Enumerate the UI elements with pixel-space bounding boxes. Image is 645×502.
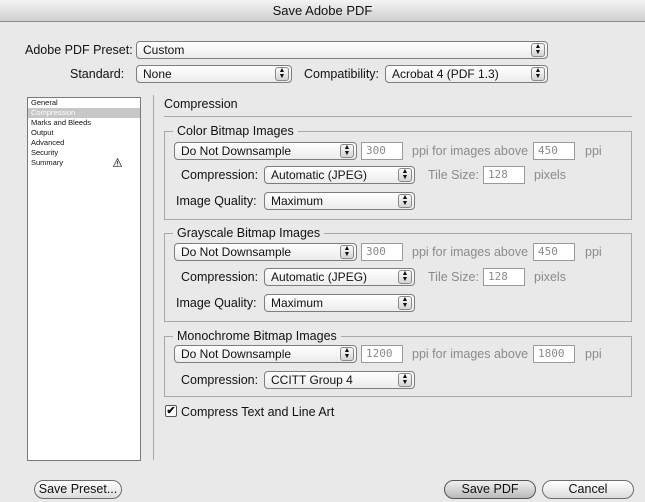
grayscale-tile-label: Tile Size:	[428, 270, 479, 284]
monochrome-downsample-select[interactable]: Do Not Downsample ▲ ▼	[174, 345, 357, 363]
standard-label: Standard:	[70, 67, 125, 81]
popup-arrows-icon: ▲ ▼	[340, 347, 354, 361]
grayscale-ppi-field[interactable]: 300	[361, 243, 403, 261]
popup-arrows-icon: ▲ ▼	[531, 43, 545, 57]
monochrome-ppi-field[interactable]: 1200	[361, 345, 403, 363]
grayscale-quality-select[interactable]: Maximum ▲ ▼	[264, 294, 415, 312]
popup-arrows-icon: ▲ ▼	[398, 270, 412, 284]
popup-arrows-icon: ▲ ▼	[398, 168, 412, 182]
popup-arrows-icon: ▲ ▼	[398, 373, 412, 387]
monochrome-ppi-above-field[interactable]: 1800	[533, 345, 575, 363]
sidebar-item-security[interactable]: Security	[28, 148, 140, 158]
popup-arrows-icon: ▲ ▼	[398, 194, 412, 208]
warning-icon	[113, 158, 122, 167]
monochrome-ppi-unit: ppi	[585, 347, 602, 361]
compatibility-select[interactable]: Acrobat 4 (PDF 1.3) ▲ ▼	[385, 65, 548, 83]
grayscale-tile-field[interactable]: 128	[483, 268, 525, 286]
monochrome-compression-select[interactable]: CCITT Group 4 ▲ ▼	[264, 371, 415, 389]
popup-arrows-icon: ▲ ▼	[531, 67, 545, 81]
section-rule	[164, 116, 632, 117]
grayscale-tile-unit: pixels	[534, 270, 566, 284]
sidebar-item-output[interactable]: Output	[28, 128, 140, 138]
category-list: General Compression Marks and Bleeds Out…	[27, 97, 141, 461]
color-quality-select[interactable]: Maximum ▲ ▼	[264, 192, 415, 210]
popup-arrows-icon: ▲ ▼	[275, 67, 289, 81]
color-ppi-field[interactable]: 300	[361, 142, 403, 160]
color-ppi-unit: ppi	[585, 144, 602, 158]
compatibility-label: Compatibility:	[304, 67, 380, 81]
standard-value: None	[143, 67, 172, 81]
grayscale-ppi-unit: ppi	[585, 245, 602, 259]
grayscale-compression-label: Compression:	[181, 270, 259, 284]
panel-divider	[153, 95, 154, 460]
compress-text-checkbox[interactable]: ✔	[165, 405, 177, 417]
checkmark-icon: ✔	[166, 405, 176, 417]
window-titlebar: Save Adobe PDF	[0, 0, 645, 22]
save-preset-button[interactable]: Save Preset...	[34, 480, 122, 499]
monochrome-ppi-above-label: ppi for images above	[412, 347, 529, 361]
color-quality-label: Image Quality:	[176, 194, 257, 208]
grayscale-bitmap-legend: Grayscale Bitmap Images	[177, 226, 321, 240]
preset-value: Custom	[143, 43, 185, 57]
cancel-button[interactable]: Cancel	[542, 480, 634, 499]
color-ppi-above-field[interactable]: 450	[533, 142, 575, 160]
color-tile-label: Tile Size:	[428, 168, 479, 182]
color-compression-select[interactable]: Automatic (JPEG) ▲ ▼	[264, 166, 415, 184]
section-title: Compression	[164, 97, 238, 111]
grayscale-ppi-above-label: ppi for images above	[412, 245, 529, 259]
color-bitmap-legend: Color Bitmap Images	[177, 124, 294, 138]
preset-label: Adobe PDF Preset:	[25, 43, 133, 57]
sidebar-item-advanced[interactable]: Advanced	[28, 138, 140, 148]
sidebar-item-compression[interactable]: Compression	[28, 108, 140, 118]
color-ppi-above-label: ppi for images above	[412, 144, 529, 158]
sidebar-item-general[interactable]: General	[28, 98, 140, 108]
grayscale-downsample-select[interactable]: Do Not Downsample ▲ ▼	[174, 243, 357, 261]
grayscale-ppi-above-field[interactable]: 450	[533, 243, 575, 261]
popup-arrows-icon: ▲ ▼	[340, 144, 354, 158]
window-title: Save Adobe PDF	[272, 3, 373, 18]
sidebar-item-summary[interactable]: Summary	[28, 158, 140, 168]
color-tile-field[interactable]: 128	[483, 166, 525, 184]
color-downsample-select[interactable]: Do Not Downsample ▲ ▼	[174, 142, 357, 160]
grayscale-quality-label: Image Quality:	[176, 296, 257, 310]
sidebar-item-marks-and-bleeds[interactable]: Marks and Bleeds	[28, 118, 140, 128]
monochrome-bitmap-legend: Monochrome Bitmap Images	[177, 329, 337, 343]
preset-select[interactable]: Custom ▲ ▼	[136, 41, 548, 59]
grayscale-compression-select[interactable]: Automatic (JPEG) ▲ ▼	[264, 268, 415, 286]
compatibility-value: Acrobat 4 (PDF 1.3)	[392, 67, 499, 81]
compress-text-label: Compress Text and Line Art	[181, 405, 335, 419]
standard-select[interactable]: None ▲ ▼	[136, 65, 292, 83]
popup-arrows-icon: ▲ ▼	[398, 296, 412, 310]
save-pdf-button[interactable]: Save PDF	[444, 480, 536, 499]
monochrome-compression-label: Compression:	[181, 373, 259, 387]
color-compression-label: Compression:	[181, 168, 259, 182]
color-tile-unit: pixels	[534, 168, 566, 182]
popup-arrows-icon: ▲ ▼	[340, 245, 354, 259]
